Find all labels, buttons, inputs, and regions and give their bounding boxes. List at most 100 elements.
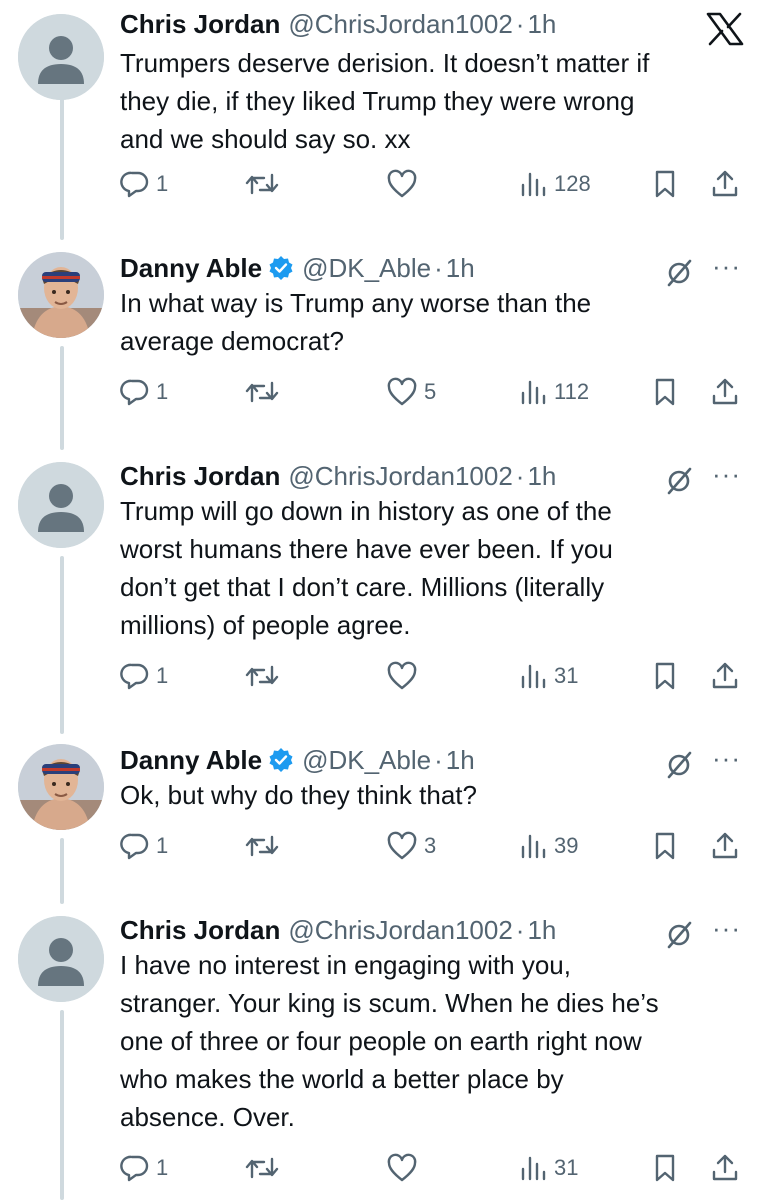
reply-button[interactable]: 1 bbox=[120, 658, 168, 694]
timestamp[interactable]: 1h bbox=[527, 912, 556, 948]
share-icon bbox=[712, 832, 738, 859]
retweet-button[interactable] bbox=[244, 828, 286, 864]
tweet-text: I have no interest in engaging with you,… bbox=[120, 946, 745, 1136]
text-line: Trump will go down in history as one of … bbox=[120, 496, 612, 526]
tweet-text: In what way is Trump any worse than the … bbox=[120, 284, 745, 360]
views-icon bbox=[521, 172, 546, 197]
retweet-icon bbox=[245, 835, 279, 857]
share-button[interactable] bbox=[710, 828, 740, 864]
share-button[interactable] bbox=[710, 658, 740, 694]
share-button[interactable] bbox=[710, 166, 740, 202]
tweet[interactable]: Chris Jordan @ChrisJordan1002 · 1h ··· T… bbox=[0, 460, 765, 700]
default-avatar-icon bbox=[18, 916, 104, 1002]
text-line: absence. Over. bbox=[120, 1102, 295, 1132]
user-handle[interactable]: @ChrisJordan1002 bbox=[288, 458, 512, 494]
like-button[interactable] bbox=[386, 1150, 424, 1186]
tweet[interactable]: Danny Able @DK_Able · 1h ··· In what way… bbox=[0, 252, 765, 422]
share-icon bbox=[712, 1154, 738, 1181]
avatar[interactable] bbox=[18, 744, 104, 830]
verified-badge-icon bbox=[269, 748, 293, 772]
reply-count: 1 bbox=[156, 833, 169, 858]
retweet-icon bbox=[245, 665, 279, 687]
like-button[interactable] bbox=[386, 166, 424, 202]
timestamp[interactable]: 1h bbox=[446, 742, 475, 778]
views-button[interactable]: 31 bbox=[518, 658, 578, 694]
reply-button[interactable]: 1 bbox=[120, 1150, 168, 1186]
avatar[interactable] bbox=[18, 14, 104, 100]
bookmark-button[interactable] bbox=[650, 658, 680, 694]
user-handle[interactable]: @DK_Able bbox=[302, 250, 431, 286]
like-button[interactable]: 3 bbox=[386, 828, 436, 864]
reply-icon bbox=[120, 171, 149, 198]
tweet-header: Danny Able @DK_Able · 1h bbox=[120, 250, 475, 286]
views-button[interactable]: 31 bbox=[518, 1150, 578, 1186]
reply-icon bbox=[120, 379, 149, 406]
text-line: Trumpers deserve derision. It doesn’t ma… bbox=[120, 48, 650, 78]
more-icon[interactable]: ··· bbox=[712, 915, 741, 941]
bookmark-button[interactable] bbox=[650, 1150, 680, 1186]
views-button[interactable]: 39 bbox=[518, 828, 578, 864]
more-icon[interactable]: ··· bbox=[712, 253, 741, 279]
reply-icon bbox=[120, 663, 149, 690]
text-line: worst humans there have ever been. If yo… bbox=[120, 534, 613, 564]
tweet[interactable]: Chris Jordan @ChrisJordan1002 · 1h ··· I… bbox=[0, 914, 765, 1200]
share-icon bbox=[712, 378, 738, 405]
reply-count: 1 bbox=[156, 1155, 169, 1180]
like-icon bbox=[387, 169, 417, 198]
display-name[interactable]: Danny Able bbox=[120, 250, 262, 286]
separator-dot: · bbox=[515, 915, 525, 945]
user-handle[interactable]: @ChrisJordan1002 bbox=[288, 6, 512, 42]
display-name[interactable]: Chris Jordan bbox=[120, 6, 280, 42]
text-line: don’t get that I don’t care. Millions (l… bbox=[120, 572, 605, 602]
display-name[interactable]: Chris Jordan bbox=[120, 912, 280, 948]
default-avatar-icon bbox=[18, 462, 104, 548]
bookmark-button[interactable] bbox=[650, 828, 680, 864]
tweet-header: Danny Able @DK_Able · 1h bbox=[120, 742, 475, 778]
bookmark-icon bbox=[655, 1154, 675, 1182]
user-handle[interactable]: @DK_Able bbox=[302, 742, 431, 778]
avatar[interactable] bbox=[18, 916, 104, 1002]
tweet[interactable]: Danny Able @DK_Able · 1h ··· Ok, but why… bbox=[0, 744, 765, 874]
view-count: 31 bbox=[554, 1155, 579, 1180]
text-line: who makes the world a better place by bbox=[120, 1064, 564, 1094]
separator-dot: · bbox=[515, 9, 525, 39]
timestamp[interactable]: 1h bbox=[527, 6, 556, 42]
bookmark-button[interactable] bbox=[650, 166, 680, 202]
avatar[interactable] bbox=[18, 252, 104, 338]
views-button[interactable]: 112 bbox=[518, 374, 589, 410]
timestamp[interactable]: 1h bbox=[527, 458, 556, 494]
reply-button[interactable]: 1 bbox=[120, 374, 168, 410]
user-photo-icon bbox=[18, 252, 104, 338]
tweet[interactable]: Chris Jordan @ChrisJordan1002 · 1h Trump… bbox=[0, 8, 765, 208]
avatar[interactable] bbox=[18, 462, 104, 548]
share-button[interactable] bbox=[710, 1150, 740, 1186]
text-line: In what way is Trump any worse than the bbox=[120, 288, 592, 318]
display-name[interactable]: Danny Able bbox=[120, 742, 262, 778]
view-count: 112 bbox=[554, 379, 590, 404]
more-icon[interactable]: ··· bbox=[712, 745, 741, 771]
retweet-button[interactable] bbox=[244, 166, 286, 202]
reply-button[interactable]: 1 bbox=[120, 166, 168, 202]
share-button[interactable] bbox=[710, 374, 740, 410]
views-icon bbox=[521, 1156, 546, 1181]
reply-icon bbox=[120, 1155, 149, 1182]
bookmark-button[interactable] bbox=[650, 374, 680, 410]
like-button[interactable]: 5 bbox=[386, 374, 436, 410]
retweet-button[interactable] bbox=[244, 1150, 286, 1186]
like-button[interactable] bbox=[386, 658, 424, 694]
action-bar: 1 3 39 bbox=[120, 828, 745, 864]
retweet-icon bbox=[245, 381, 279, 403]
retweet-button[interactable] bbox=[244, 374, 286, 410]
user-handle[interactable]: @ChrisJordan1002 bbox=[288, 912, 512, 948]
more-icon[interactable]: ··· bbox=[712, 461, 741, 487]
timestamp[interactable]: 1h bbox=[446, 250, 475, 286]
retweet-button[interactable] bbox=[244, 658, 286, 694]
display-name[interactable]: Chris Jordan bbox=[120, 458, 280, 494]
views-button[interactable]: 128 bbox=[518, 166, 591, 202]
view-count: 128 bbox=[554, 171, 591, 196]
text-line: Ok, but why do they think that? bbox=[120, 780, 477, 810]
text-line: stranger. Your king is scum. When he die… bbox=[120, 988, 659, 1018]
retweet-icon bbox=[245, 1157, 279, 1179]
reply-button[interactable]: 1 bbox=[120, 828, 168, 864]
views-icon bbox=[521, 834, 546, 859]
